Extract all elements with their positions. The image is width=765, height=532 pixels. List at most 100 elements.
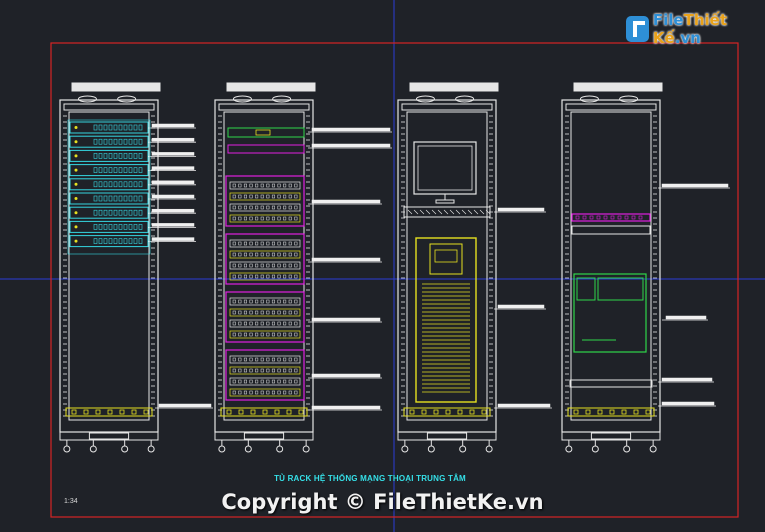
patch-port: [238, 390, 242, 395]
patch-port: [294, 357, 298, 362]
patch-port: [243, 241, 247, 246]
switch-port: [113, 138, 118, 145]
switch-port: [93, 195, 98, 202]
switch-port: [123, 209, 128, 216]
patch-port: [283, 390, 287, 395]
leader-label-bar: [311, 199, 381, 204]
patch-port: [277, 241, 281, 246]
patch-port: [243, 368, 247, 373]
grid-lines: [0, 0, 765, 532]
patch-port: [271, 241, 275, 246]
switch-led: [74, 154, 78, 158]
patch-port: [266, 263, 270, 268]
patch-port: [249, 379, 253, 384]
patch-port: [243, 357, 247, 362]
patch-port: [238, 274, 242, 279]
leader-label-bar: [151, 223, 195, 227]
patch-port: [294, 183, 298, 188]
switch-port: [128, 167, 133, 173]
pdu-outlet: [298, 409, 304, 415]
server-patch-port: [603, 215, 608, 220]
rack-fan-left: [579, 95, 599, 103]
patch-panel-row: [229, 330, 301, 339]
rack-fan-right: [619, 95, 639, 103]
switch-port: [118, 238, 123, 244]
patch-panel-row: [229, 355, 301, 364]
rack-plinth-slot: [590, 432, 632, 440]
switch-port: [113, 209, 118, 216]
site-logo[interactable]: FileThiết Kế.vn: [626, 11, 765, 47]
pdu-outlet: [457, 409, 463, 415]
rack-fan-right: [272, 95, 292, 103]
patch-panel-block: [225, 175, 305, 227]
switch-port: [98, 167, 103, 173]
patch-port: [255, 274, 259, 279]
switch-port: [133, 209, 138, 216]
patch-port: [243, 194, 247, 199]
switch-port: [138, 181, 143, 188]
rack-plinth-slot: [88, 432, 130, 440]
patch-port: [271, 310, 275, 315]
patch-port: [294, 390, 298, 395]
patch-port: [232, 274, 236, 279]
patch-port: [288, 357, 292, 362]
patch-port: [232, 183, 236, 188]
patch-port: [288, 321, 292, 326]
switch-led: [74, 126, 78, 129]
switch-port: [108, 195, 113, 202]
pdu-outlet: [481, 409, 487, 415]
patch-port: [288, 205, 292, 210]
caster-wheel: [427, 445, 435, 453]
switch-port: [138, 167, 143, 173]
patch-port: [277, 321, 281, 326]
patch-port: [232, 241, 236, 246]
switch-port: [98, 153, 103, 159]
patch-panel-row: [229, 192, 301, 201]
patch-port: [277, 252, 281, 257]
patch-port: [294, 252, 298, 257]
patch-port: [271, 274, 275, 279]
patch-port: [255, 194, 259, 199]
keyboard-key: [407, 209, 413, 215]
leader-label-bar: [661, 401, 715, 406]
patch-port: [260, 332, 264, 337]
switch-port: [103, 238, 108, 244]
server-patch-port: [638, 215, 643, 220]
patch-port: [283, 205, 287, 210]
caster-wheel: [147, 445, 155, 453]
patch-port: [288, 241, 292, 246]
switch-port: [93, 138, 98, 145]
switch-port: [128, 181, 133, 188]
patch-port: [255, 379, 259, 384]
switch-port: [103, 224, 108, 230]
pdu-outlet: [107, 409, 113, 415]
caster-wheel: [485, 445, 493, 453]
pdu-outlet: [469, 409, 475, 415]
switch-port: [98, 181, 103, 188]
patch-port: [243, 332, 247, 337]
leader-label-bar: [665, 315, 707, 320]
switch-port: [108, 209, 113, 216]
rack-group: [59, 82, 730, 453]
patch-port: [277, 379, 281, 384]
patch-port: [238, 321, 242, 326]
pdu-outlet: [573, 409, 579, 415]
patch-port: [238, 299, 242, 304]
switch-led: [74, 182, 78, 186]
patch-port: [260, 357, 264, 362]
keyboard-key: [461, 209, 467, 215]
pdu-outlet: [250, 409, 256, 415]
patch-panel-block: [225, 349, 305, 401]
switch-port: [103, 181, 108, 188]
pdu-outlet: [633, 409, 639, 415]
patch-port: [271, 205, 275, 210]
patch-port: [243, 390, 247, 395]
patch-port: [249, 332, 253, 337]
patch-port: [271, 216, 275, 221]
switch-port: [118, 195, 123, 202]
switch-port: [98, 195, 103, 202]
patch-port: [260, 205, 264, 210]
rack-top-cap: [218, 103, 310, 111]
patch-port: [243, 263, 247, 268]
switch-port: [118, 209, 123, 216]
